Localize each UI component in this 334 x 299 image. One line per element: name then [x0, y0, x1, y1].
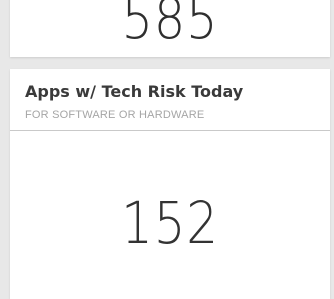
- card-title: Apps w/ Tech Risk Today: [25, 82, 244, 101]
- metric-value: 585: [121, 0, 219, 52]
- card-header: Apps w/ Tech Risk Today FOR SOFTWARE OR …: [10, 69, 330, 131]
- metric-card-previous[interactable]: 585: [10, 0, 330, 57]
- metric-value: 152: [121, 189, 219, 257]
- card-subtitle: FOR SOFTWARE OR HARDWARE: [25, 109, 205, 121]
- metric-card-apps-tech-risk[interactable]: Apps w/ Tech Risk Today FOR SOFTWARE OR …: [10, 69, 330, 299]
